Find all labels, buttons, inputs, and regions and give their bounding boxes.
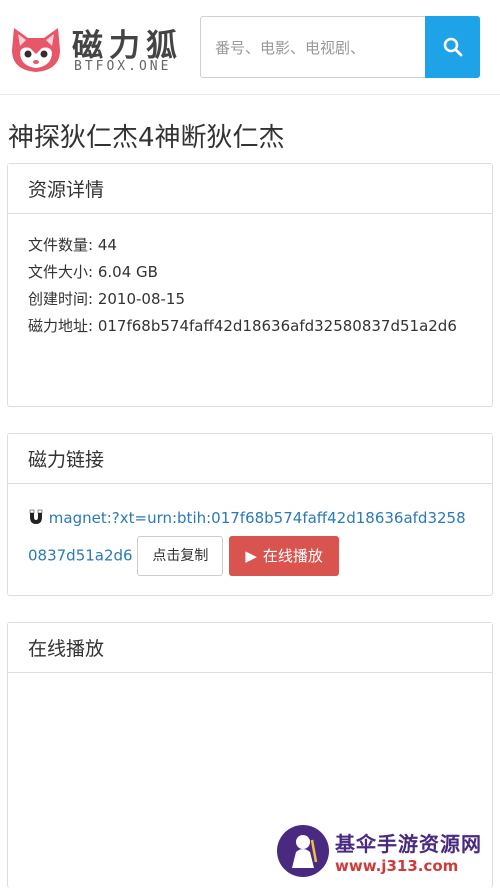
fox-logo-icon[interactable] bbox=[8, 24, 64, 74]
site-watermark: 基伞手游资源网 www.j313.com bbox=[277, 818, 497, 884]
details-panel: 资源详情 文件数量: 44 文件大小: 6.04 GB 创建时间: 2010-0… bbox=[7, 163, 493, 407]
search-placeholder: 番号、电影、电视剧、 bbox=[215, 38, 366, 57]
search-input[interactable]: 番号、电影、电视剧、 bbox=[200, 16, 426, 78]
play-label: 在线播放 bbox=[262, 547, 323, 565]
play-online-button[interactable]: ▶ 在线播放 bbox=[229, 536, 339, 576]
logo-subtitle: BTFOX.ONE bbox=[74, 59, 172, 74]
watermark-url: www.j313.com bbox=[335, 856, 459, 875]
detail-key: 磁力地址: bbox=[28, 317, 94, 335]
detail-row-file-count: 文件数量: 44 bbox=[28, 232, 472, 259]
copy-button[interactable]: 点击复制 bbox=[137, 536, 224, 576]
magnet-line: magnet:?xt=urn:btih:017f68b574faff42d186… bbox=[28, 500, 472, 576]
online-play-heading: 在线播放 bbox=[8, 623, 492, 673]
magnet-body: magnet:?xt=urn:btih:017f68b574faff42d186… bbox=[8, 484, 492, 594]
detail-key: 创建时间: bbox=[28, 290, 94, 308]
magnet-actions: 点击复制 ▶ 在线播放 bbox=[137, 536, 339, 576]
search-button[interactable] bbox=[425, 16, 480, 78]
detail-value: 6.04 GB bbox=[97, 263, 158, 281]
site-header: 磁力狐 BTFOX.ONE 番号、电影、电视剧、 bbox=[0, 0, 500, 95]
detail-value[interactable]: 017f68b574faff42d18636afd32580837d51a2d6 bbox=[98, 317, 457, 335]
watermark-text: 基伞手游资源网 www.j313.com bbox=[335, 828, 482, 875]
detail-row-hash: 磁力地址: 017f68b574faff42d18636afd32580837d… bbox=[28, 313, 472, 340]
magnet-icon bbox=[29, 509, 43, 524]
detail-key: 文件数量: bbox=[28, 236, 94, 254]
detail-row-file-size: 文件大小: 6.04 GB bbox=[28, 259, 472, 286]
magnet-heading: 磁力链接 bbox=[8, 434, 492, 484]
details-body: 文件数量: 44 文件大小: 6.04 GB 创建时间: 2010-08-15 … bbox=[8, 214, 492, 358]
play-icon: ▶ bbox=[245, 547, 257, 565]
watermark-title: 基伞手游资源网 bbox=[335, 831, 482, 856]
page-title: 神探狄仁杰4神断狄仁杰 bbox=[8, 123, 285, 153]
magnet-panel: 磁力链接 magnet:?xt=urn:btih:017f68b574faff4… bbox=[7, 433, 493, 596]
detail-key: 文件大小: bbox=[28, 263, 94, 281]
details-heading: 资源详情 bbox=[8, 164, 492, 214]
watermark-logo-icon bbox=[277, 825, 329, 877]
search-icon bbox=[443, 37, 462, 57]
detail-value: 2010-08-15 bbox=[97, 290, 186, 308]
detail-value: 44 bbox=[97, 236, 117, 254]
detail-row-created: 创建时间: 2010-08-15 bbox=[28, 286, 472, 313]
